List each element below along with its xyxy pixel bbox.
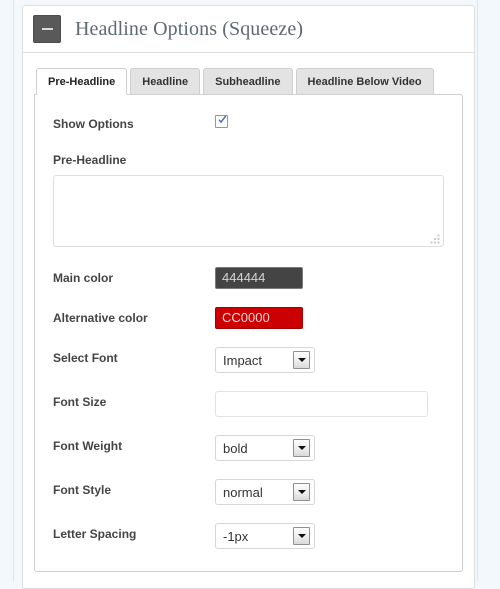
tab-panel-pre-headline: Show Options Pre-Headline Main color 444… [34, 94, 463, 572]
panel-header: Headline Options (Squeeze) [23, 6, 474, 53]
font-weight-value: bold [223, 440, 248, 456]
main-color-input[interactable]: 444444 [215, 267, 303, 289]
font-style-value: normal [223, 484, 263, 500]
alternative-color-field: CC0000 [215, 307, 444, 329]
letter-spacing-field: -1px [215, 523, 444, 549]
minus-icon[interactable] [33, 15, 61, 43]
page-root: Headline Options (Squeeze) Pre-Headline … [0, 0, 500, 589]
letter-spacing-dropdown[interactable]: -1px [215, 523, 315, 549]
main-color-label: Main color [53, 271, 114, 285]
font-weight-label: Font Weight [53, 439, 123, 453]
page-frame-right-border [477, 0, 478, 581]
alternative-color-label: Alternative color [53, 311, 148, 325]
font-style-field: normal [215, 479, 444, 505]
letter-spacing-value: -1px [223, 528, 249, 544]
show-options-field [215, 115, 444, 133]
field-row-show-options: Show Options [53, 115, 444, 133]
field-row-pre-headline: Pre-Headline [53, 153, 444, 247]
chevron-down-glyph [297, 534, 306, 538]
font-style-dropdown[interactable]: normal [215, 479, 315, 505]
headline-options-panel: Headline Options (Squeeze) Pre-Headline … [22, 5, 475, 589]
chevron-down-icon[interactable] [293, 483, 310, 501]
chevron-down-glyph [297, 490, 306, 494]
alternative-color-input[interactable]: CC0000 [215, 307, 303, 329]
page-frame-left-border [13, 0, 14, 581]
tab-headline[interactable]: Headline [130, 68, 201, 95]
main-color-field: 444444 [215, 267, 444, 289]
checkmark-icon [218, 115, 227, 124]
field-row-font-weight: Font Weight bold [53, 435, 444, 461]
font-weight-dropdown[interactable]: bold [215, 435, 315, 461]
pre-headline-label: Pre-Headline [53, 153, 127, 167]
tab-pre-headline[interactable]: Pre-Headline [36, 68, 128, 95]
show-options-label: Show Options [53, 117, 134, 131]
font-size-input[interactable] [215, 391, 428, 417]
field-row-font-style: Font Style normal [53, 479, 444, 505]
minus-glyph [41, 28, 53, 30]
field-row-alternative-color: Alternative color CC0000 [53, 307, 444, 329]
select-font-dropdown[interactable]: Impact [215, 347, 315, 373]
letter-spacing-label: Letter Spacing [53, 527, 137, 541]
chevron-down-icon[interactable] [293, 527, 310, 545]
chevron-down-glyph [297, 446, 306, 450]
select-font-label: Select Font [53, 351, 118, 365]
tab-headline-below-video[interactable]: Headline Below Video [295, 68, 434, 95]
select-font-value: Impact [223, 352, 263, 368]
chevron-down-icon[interactable] [293, 439, 310, 457]
select-font-field: Impact [215, 347, 444, 373]
tab-label: Headline Below Video [307, 76, 422, 88]
chevron-down-icon[interactable] [293, 351, 310, 369]
page-title: Headline Options (Squeeze) [75, 17, 304, 40]
pre-headline-textarea[interactable] [53, 175, 444, 247]
field-row-main-color: Main color 444444 [53, 267, 444, 289]
resize-grip-icon[interactable] [429, 232, 441, 244]
tab-bar: Pre-Headline Headline Subheadline Headli… [34, 67, 463, 95]
field-row-select-font: Select Font Impact [53, 347, 444, 373]
tab-label: Headline [142, 76, 189, 88]
tab-label: Pre-Headline [48, 76, 116, 88]
tab-label: Subheadline [215, 76, 281, 88]
chevron-down-glyph [297, 358, 306, 362]
font-size-field [215, 391, 444, 417]
font-style-label: Font Style [53, 483, 112, 497]
field-row-letter-spacing: Letter Spacing -1px [53, 523, 444, 549]
tab-subheadline[interactable]: Subheadline [203, 68, 293, 95]
show-options-checkbox[interactable] [215, 115, 228, 128]
panel-body: Pre-Headline Headline Subheadline Headli… [23, 53, 474, 588]
font-weight-field: bold [215, 435, 444, 461]
field-row-font-size: Font Size [53, 391, 444, 417]
font-size-label: Font Size [53, 395, 107, 409]
